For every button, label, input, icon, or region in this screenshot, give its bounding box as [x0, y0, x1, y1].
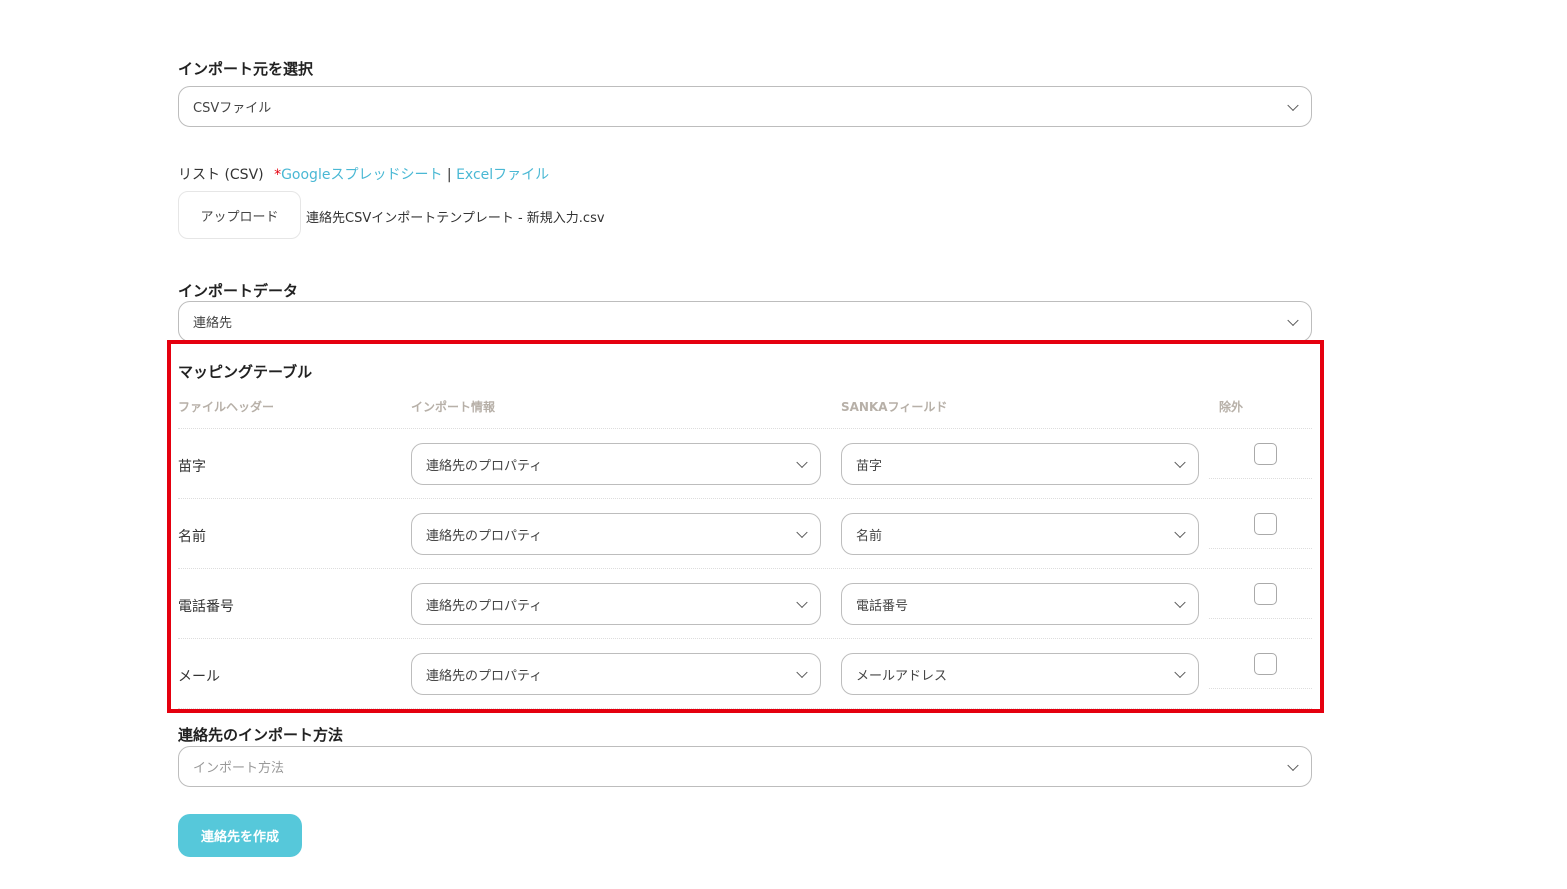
import-info-select[interactable]: 連絡先のプロパティ [411, 653, 821, 695]
chevron-down-icon [1287, 99, 1299, 111]
exclude-checkbox[interactable] [1254, 513, 1277, 535]
import-info-select[interactable]: 連絡先のプロパティ [411, 513, 821, 555]
chevron-down-icon [796, 666, 808, 679]
row-divider [178, 708, 1312, 709]
divider [178, 428, 1312, 429]
google-sheets-link[interactable]: Googleスプレッドシート [281, 167, 442, 183]
import-info-select[interactable]: 連絡先のプロパティ [411, 443, 821, 485]
sanka-field-value: 苗字 [856, 458, 883, 474]
row-file-header: 名前 [178, 529, 206, 545]
chevron-down-icon [796, 456, 808, 469]
upload-button[interactable]: アップロード [178, 191, 301, 239]
import-source-select[interactable]: CSVファイル [178, 86, 1312, 127]
import-method-placeholder: インポート方法 [193, 761, 285, 776]
import-source-value: CSVファイル [193, 101, 272, 116]
row-file-header: 苗字 [178, 459, 206, 475]
excel-file-link[interactable]: Excelファイル [456, 167, 549, 183]
import-data-label: インポートデータ [178, 282, 299, 300]
header-sanka-field: SANKAフィールド [841, 400, 948, 414]
sanka-field-select[interactable]: メールアドレス [841, 653, 1199, 695]
sanka-field-value: 名前 [856, 528, 883, 544]
exclude-checkbox[interactable] [1254, 443, 1277, 465]
import-info-value: 連絡先のプロパティ [426, 458, 543, 474]
chevron-down-icon [796, 526, 808, 539]
import-info-value: 連絡先のプロパティ [426, 528, 543, 544]
exclude-checkbox[interactable] [1254, 653, 1277, 675]
divider [1209, 548, 1312, 549]
chevron-down-icon [1174, 596, 1186, 609]
import-data-select[interactable]: 連絡先 [178, 301, 1312, 342]
divider [1209, 688, 1312, 689]
header-import-info: インポート情報 [411, 400, 496, 414]
file-name: 連絡先CSVインポートテンプレート - 新規入力.csv [306, 211, 605, 226]
chevron-down-icon [1287, 314, 1299, 326]
divider [1209, 618, 1312, 619]
import-source-label: インポート元を選択 [178, 60, 314, 78]
list-label-row: リスト (CSV) *Googleスプレッドシート | Excelファイル [178, 164, 549, 184]
create-contact-button[interactable]: 連絡先を作成 [178, 814, 302, 857]
exclude-checkbox[interactable] [1254, 583, 1277, 605]
import-method-select[interactable]: インポート方法 [178, 746, 1312, 787]
import-info-value: 連絡先のプロパティ [426, 598, 543, 614]
header-exclude: 除外 [1219, 400, 1244, 414]
chevron-down-icon [1174, 456, 1186, 469]
import-method-label: 連絡先のインポート方法 [178, 726, 344, 744]
row-divider [178, 568, 1312, 569]
divider [1209, 478, 1312, 479]
sanka-field-select[interactable]: 電話番号 [841, 583, 1199, 625]
mapping-table-title: マッピングテーブル [178, 363, 313, 381]
sanka-field-select[interactable]: 名前 [841, 513, 1199, 555]
sanka-field-value: 電話番号 [856, 598, 909, 614]
import-info-value: 連絡先のプロパティ [426, 668, 543, 684]
row-divider [178, 638, 1312, 639]
header-file-header: ファイルヘッダー [178, 400, 275, 414]
chevron-down-icon [1174, 526, 1186, 539]
sanka-field-select[interactable]: 苗字 [841, 443, 1199, 485]
import-data-value: 連絡先 [193, 316, 233, 331]
sanka-field-value: メールアドレス [856, 668, 948, 684]
chevron-down-icon [796, 596, 808, 609]
row-file-header: 電話番号 [178, 599, 234, 615]
list-label: リスト (CSV) [178, 167, 264, 183]
import-info-select[interactable]: 連絡先のプロパティ [411, 583, 821, 625]
chevron-down-icon [1174, 666, 1186, 679]
row-file-header: メール [178, 669, 220, 685]
link-separator: | [446, 167, 452, 183]
chevron-down-icon [1287, 759, 1299, 771]
row-divider [178, 498, 1312, 499]
